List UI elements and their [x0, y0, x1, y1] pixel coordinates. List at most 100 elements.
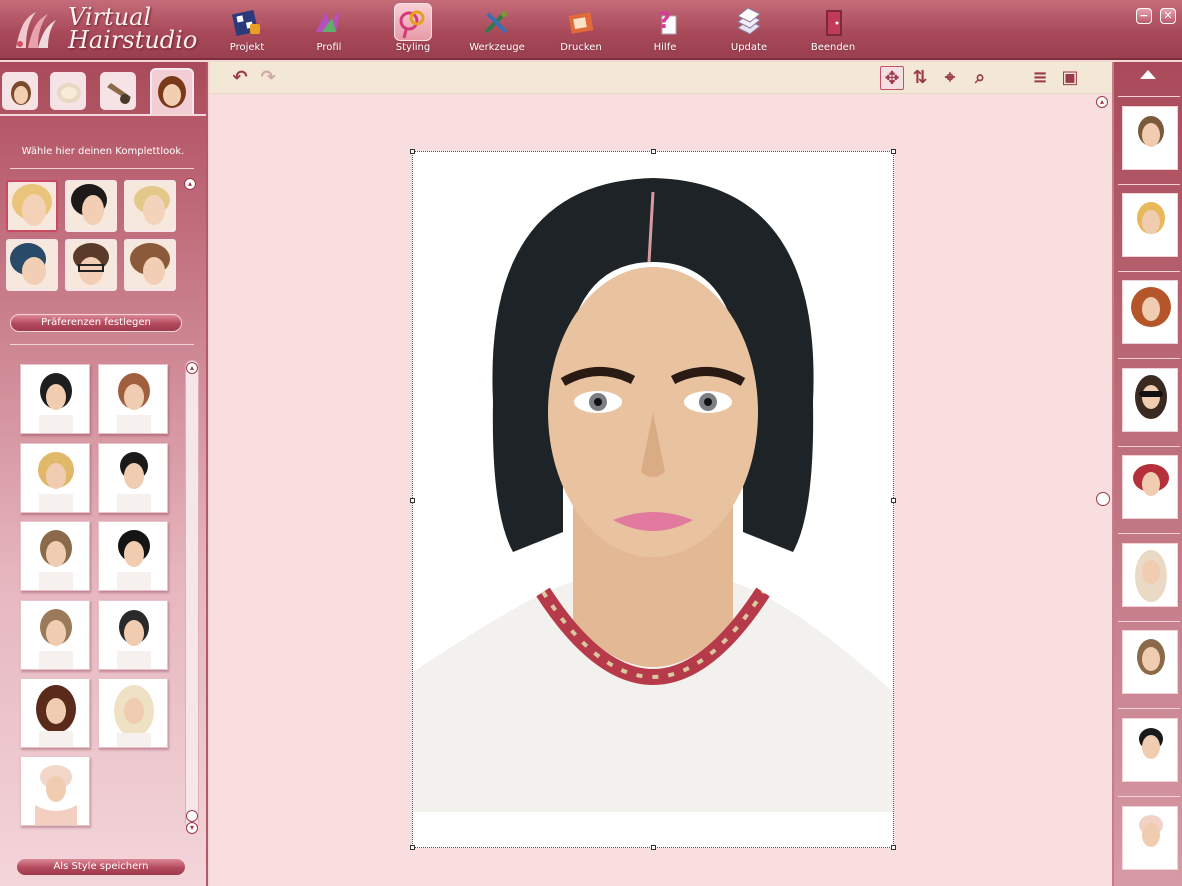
undo-button[interactable]: ↶ — [228, 66, 252, 90]
resize-handle[interactable] — [410, 149, 415, 154]
canvas-scroll-up-button[interactable]: ▴ — [1096, 96, 1108, 108]
recent-style-image — [1139, 815, 1163, 847]
resize-handle[interactable] — [891, 845, 896, 850]
toolbar-profil-button[interactable]: Profil — [292, 2, 366, 56]
recent-style-thumbnail[interactable] — [1122, 543, 1178, 607]
style-thumbnail[interactable] — [98, 600, 168, 670]
workspace-canvas: ↶ ↷ ✥ ⇅ ⌖ ⌕ ≡ ▣ ▴ — [210, 62, 1112, 886]
resize-handle[interactable] — [410, 498, 415, 503]
look-face-image — [67, 241, 115, 289]
toolbar-beenden-button[interactable]: Beenden — [796, 2, 870, 56]
recent-style-thumbnail[interactable] — [1122, 280, 1178, 344]
divider — [1118, 621, 1180, 622]
toolbar-update-button[interactable]: Update — [712, 2, 786, 56]
styles-scroll-down-button[interactable]: ▾ — [186, 822, 198, 834]
tab-makeup[interactable] — [50, 72, 86, 110]
recent-style-thumbnail[interactable] — [1122, 193, 1178, 257]
style-thumbnail[interactable] — [20, 600, 90, 670]
style-thumbnail[interactable] — [98, 443, 168, 513]
style-thumbnail[interactable] — [20, 364, 90, 434]
style-thumbnail[interactable] — [98, 678, 168, 748]
menu-button[interactable]: ≡ — [1028, 66, 1052, 90]
portrait-photo-selection[interactable] — [410, 149, 896, 850]
resize-handle[interactable] — [891, 498, 896, 503]
hairstyle-tab-icon — [11, 81, 31, 105]
makeup-tab-icon — [57, 83, 81, 103]
toolbar-styling-button[interactable]: Styling — [376, 2, 450, 56]
resize-handle[interactable] — [410, 845, 415, 850]
recent-style-image — [1137, 202, 1165, 234]
toolbar-drucken-button[interactable]: Drucken — [544, 2, 618, 56]
close-button[interactable]: ✕ — [1160, 8, 1176, 24]
canvas-toolbar: ↶ ↷ ✥ ⇅ ⌖ ⌕ ≡ ▣ — [210, 62, 1112, 94]
save-style-button[interactable]: Als Style speichern — [16, 858, 186, 876]
complete-look-item[interactable] — [124, 239, 176, 291]
move-tool-button[interactable]: ✥ — [880, 66, 904, 90]
resize-handle[interactable] — [651, 149, 656, 154]
toolbar-projekt-button[interactable]: Projekt — [210, 2, 284, 56]
minimize-button[interactable]: − — [1135, 8, 1152, 24]
complete-look-tab-icon — [158, 76, 186, 108]
styles-scroll-thumb[interactable] — [186, 810, 198, 822]
style-thumbnail[interactable] — [20, 521, 90, 591]
divider — [1118, 271, 1180, 272]
style-face-image — [117, 610, 151, 669]
toolbar-hilfe-button[interactable]: ? Hilfe — [628, 2, 702, 56]
style-thumbnail[interactable] — [98, 364, 168, 434]
complete-look-item[interactable] — [65, 239, 117, 291]
style-thumbnail[interactable] — [20, 756, 90, 826]
toolbar-werkzeuge-button[interactable]: Werkzeuge — [460, 2, 534, 56]
toolbar-label: Profil — [316, 42, 342, 53]
complete-look-panel: Wähle hier deinen Komplettlook. ▴ Präfer… — [0, 114, 206, 886]
recent-style-thumbnail[interactable] — [1122, 455, 1178, 519]
strip-scroll-up-icon[interactable] — [1140, 70, 1156, 79]
style-face-image — [117, 373, 151, 433]
recent-style-image — [1133, 464, 1169, 496]
recent-style-thumbnail[interactable] — [1122, 806, 1178, 870]
tools-icon — [484, 11, 508, 34]
toolbar-label: Drucken — [560, 42, 602, 53]
look-face-image — [67, 182, 115, 230]
tab-hairstyles[interactable] — [2, 72, 38, 110]
recent-style-thumbnail[interactable] — [1122, 718, 1178, 782]
complete-look-item[interactable] — [6, 180, 58, 232]
recent-style-thumbnail[interactable] — [1122, 368, 1178, 432]
resize-handle[interactable] — [891, 149, 896, 154]
view-button[interactable]: ▣ — [1058, 66, 1082, 90]
look-face-image — [126, 241, 174, 289]
recent-style-image — [1135, 375, 1167, 419]
tab-complete-look[interactable] — [150, 68, 194, 116]
recent-style-thumbnail[interactable] — [1122, 630, 1178, 694]
preferences-button[interactable]: Präferenzen festlegen — [10, 314, 182, 332]
rotate-tool-button[interactable]: ⇅ — [908, 66, 932, 90]
update-icon — [737, 7, 761, 35]
complete-look-item[interactable] — [6, 239, 58, 291]
canvas-scroll-thumb[interactable] — [1096, 492, 1110, 506]
look-face-image — [126, 182, 174, 230]
style-thumbnail[interactable] — [20, 678, 90, 748]
styles-scrollbar[interactable] — [185, 360, 199, 830]
styles-scroll-up-button[interactable]: ▴ — [186, 362, 198, 374]
tab-accessories[interactable] — [100, 72, 136, 110]
zoom-tool-button[interactable]: ⌕ — [968, 66, 992, 90]
right-style-strip — [1112, 62, 1182, 886]
look-face-image — [8, 182, 56, 230]
accessories-tab-icon — [107, 83, 131, 104]
recent-style-thumbnail[interactable] — [1122, 106, 1178, 170]
complete-look-item[interactable] — [124, 180, 176, 232]
style-face-image — [38, 452, 74, 512]
style-face-image — [35, 765, 77, 825]
style-thumbnail[interactable] — [20, 443, 90, 513]
resize-handle[interactable] — [651, 845, 656, 850]
toolbar-label: Projekt — [229, 42, 265, 53]
profile-icon — [316, 10, 340, 32]
divider — [1118, 96, 1180, 97]
complete-look-item[interactable] — [65, 180, 117, 232]
redo-button[interactable]: ↷ — [256, 66, 280, 90]
style-thumbnail[interactable] — [98, 521, 168, 591]
style-face-image — [114, 685, 154, 747]
recent-style-image — [1137, 639, 1165, 675]
center-tool-button[interactable]: ⌖ — [938, 66, 962, 90]
divider — [10, 168, 194, 169]
looks-scroll-up-button[interactable]: ▴ — [184, 178, 196, 190]
